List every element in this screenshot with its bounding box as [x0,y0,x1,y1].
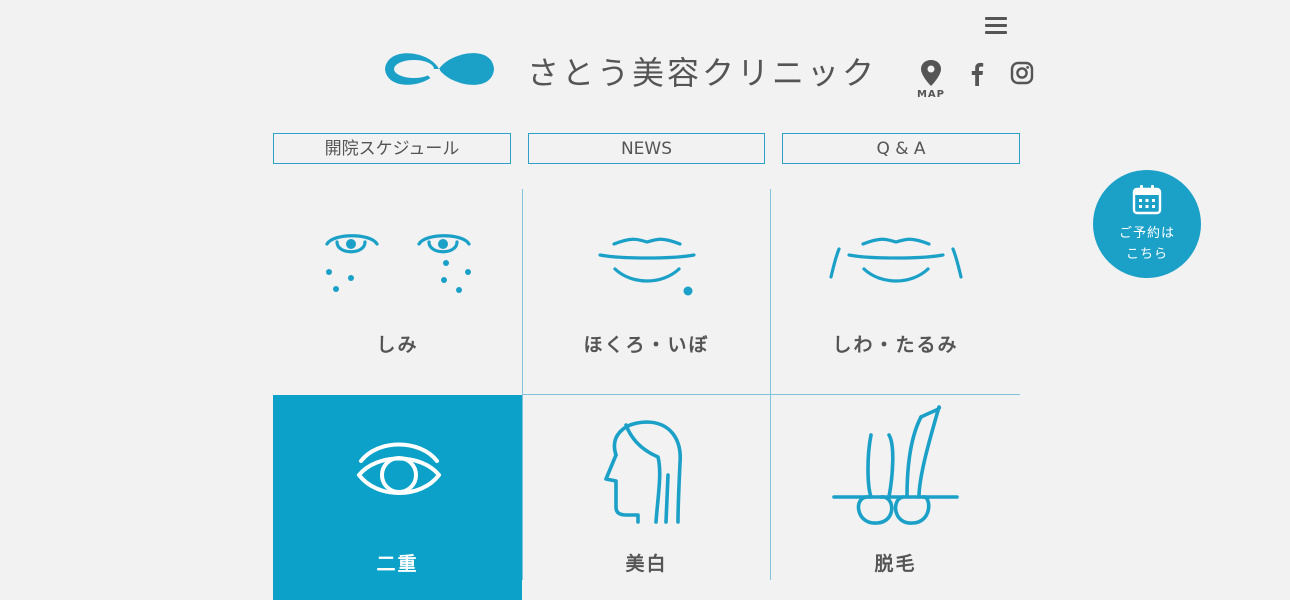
facebook-icon [971,62,984,86]
map-pin-icon [921,60,941,86]
instagram-link[interactable] [1010,61,1034,85]
grid-divider [770,189,771,580]
reservation-button[interactable]: ご予約は こちら [1093,170,1201,278]
wrinkle-lips-icon [829,237,963,283]
nav-news-button[interactable]: NEWS [528,133,765,164]
menu-item-label: しわ・たるみ [832,334,959,356]
menu-item-futae[interactable]: 二重 [273,395,522,600]
site-logo[interactable]: さとう美容クリニック [382,42,874,96]
grid-divider [522,189,523,580]
menu-item-shiwa[interactable]: しわ・たるみ [771,189,1020,394]
hair-removal-icon [832,405,959,525]
menu-item-label: ほくろ・いぼ [583,334,710,356]
reservation-label-line2: こちら [1125,247,1168,262]
spots-eyes-icon [325,234,471,293]
menu-item-hokuro[interactable]: ほくろ・いぼ [522,189,771,394]
face-profile-icon [604,420,682,524]
treatment-menu-grid: しみ ほくろ・いぼ しわ・たるみ 二重 美白 脱毛 [273,189,1020,600]
hamburger-menu-icon[interactable] [985,17,1007,35]
instagram-icon [1010,61,1034,85]
menu-item-label: 美白 [625,553,668,575]
infinity-logo-icon [385,53,494,85]
eye-icon [357,442,441,495]
grid-divider [522,394,1020,395]
nav-schedule-button[interactable]: 開院スケジュール [273,133,511,164]
map-link[interactable]: MAP [915,58,947,102]
menu-item-label: しみ [376,334,419,356]
map-label: MAP [916,89,946,100]
menu-item-label: 二重 [376,553,419,575]
mole-lips-icon [598,237,696,296]
reservation-label-line1: ご予約は [1118,226,1175,241]
menu-item-shimi[interactable]: しみ [273,189,522,394]
menu-item-bihaku[interactable]: 美白 [522,395,771,600]
calendar-icon [1132,185,1162,215]
menu-item-datsumo[interactable]: 脱毛 [771,395,1020,600]
facebook-link[interactable] [967,61,987,87]
menu-item-label: 脱毛 [874,553,917,575]
logo-text: さとう美容クリニック [527,54,878,92]
nav-qa-button[interactable]: Q & A [782,133,1020,164]
